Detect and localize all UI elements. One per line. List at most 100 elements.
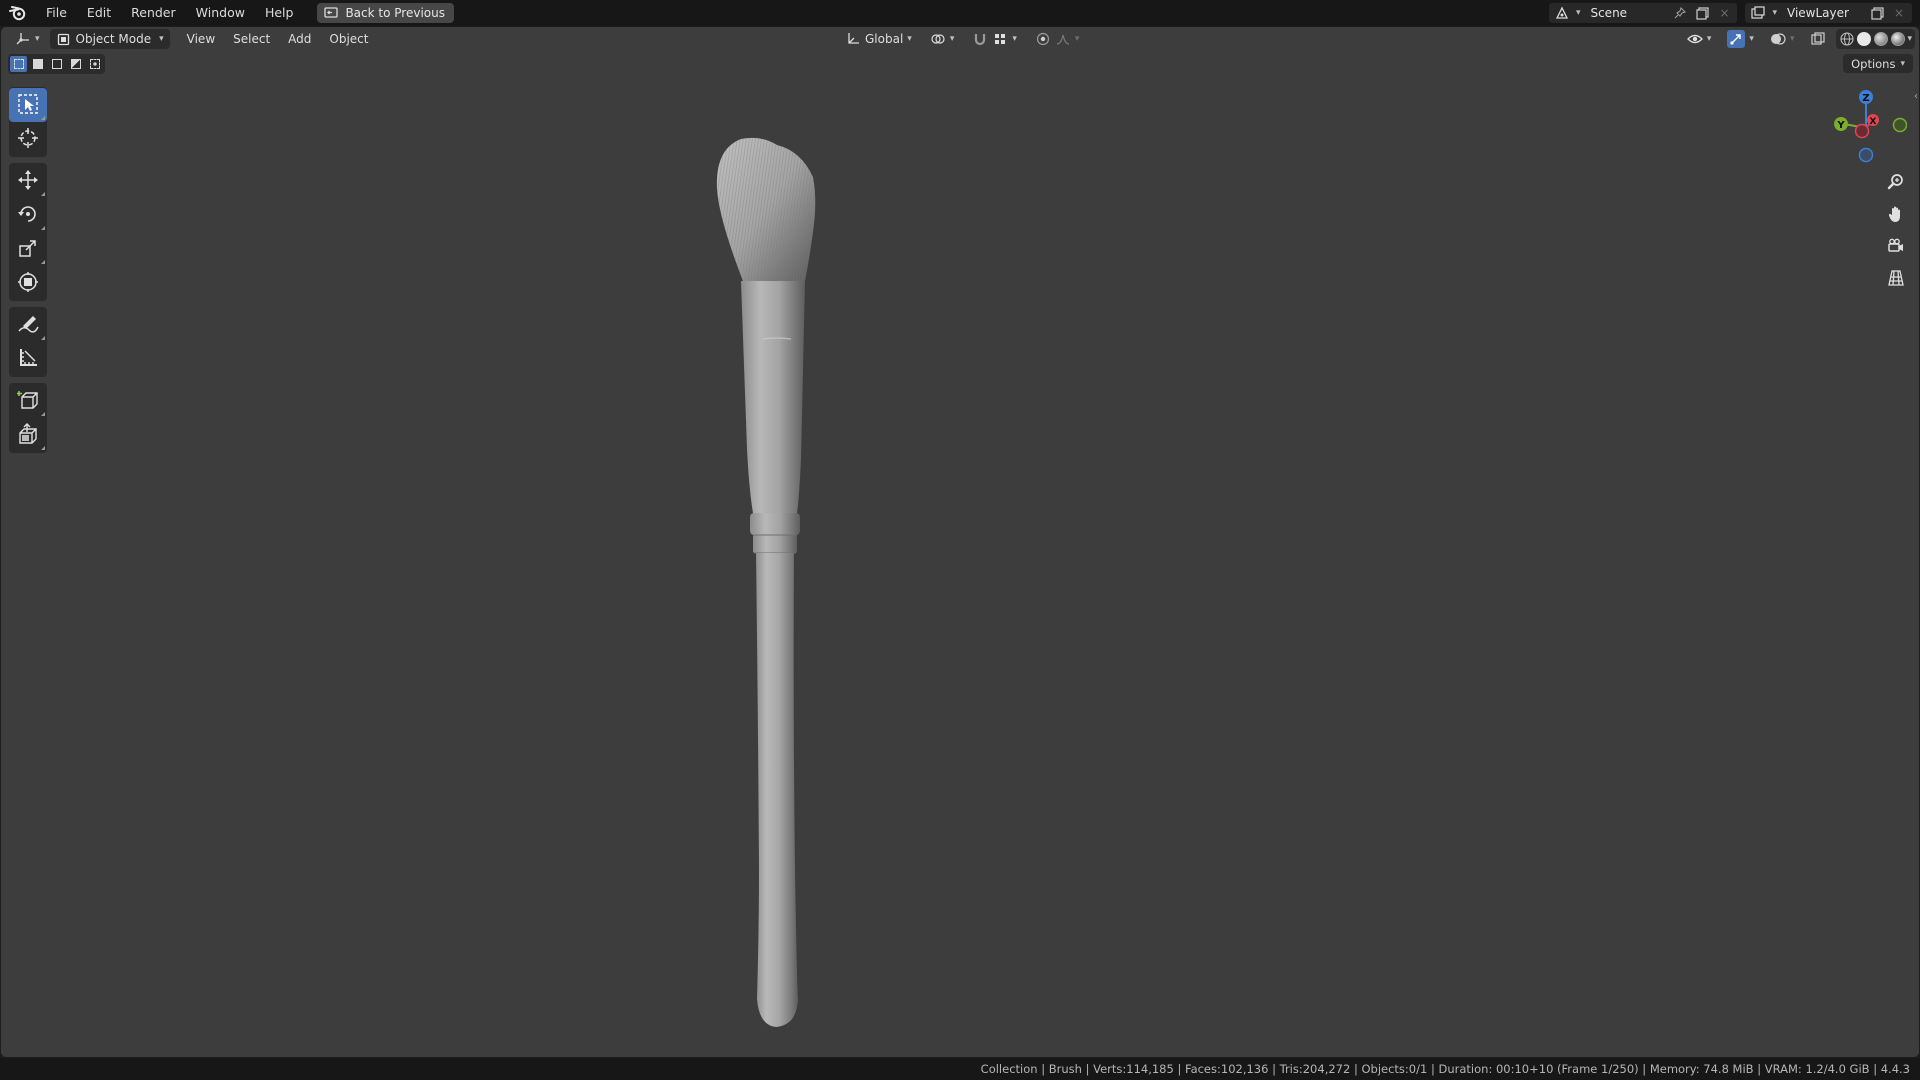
select-intersect-mode[interactable] — [86, 56, 103, 72]
perspective-toggle-button[interactable] — [1883, 266, 1909, 292]
pivot-icon — [930, 31, 946, 47]
wireframe-shading-icon[interactable] — [1839, 31, 1855, 47]
gizmo-neg-z[interactable] — [1858, 147, 1874, 163]
xray-toggle[interactable] — [1804, 29, 1832, 49]
top-menu-bar: File Edit Render Window Help Back to Pre… — [0, 0, 1920, 26]
rendered-shading-icon[interactable] — [1890, 31, 1906, 47]
viewport-right-tools: ▾ ▾ ▾ ▾ — [1681, 29, 1915, 49]
3d-viewport[interactable]: ▾ Object Mode ▾ View Select Add Object G… — [1, 27, 1919, 1057]
solid-shading-icon[interactable] — [1856, 31, 1872, 47]
zoom-button[interactable] — [1883, 170, 1909, 196]
editor-type-selector[interactable]: ▾ — [9, 29, 46, 49]
menu-edit[interactable]: Edit — [77, 0, 121, 26]
select-extend-mode[interactable] — [29, 56, 46, 72]
camera-view-button[interactable] — [1883, 234, 1909, 260]
viewport-menu-view[interactable]: View — [178, 29, 224, 49]
proportional-editing-icon[interactable] — [1035, 31, 1051, 47]
view-layer-icon — [1750, 5, 1766, 21]
cursor-icon — [17, 127, 39, 152]
add-cube-icon — [17, 389, 39, 414]
screen-back-icon — [323, 5, 339, 21]
menu-file[interactable]: File — [36, 0, 77, 26]
snap-controls[interactable]: ▾ — [966, 29, 1023, 49]
zoom-magnifier-icon — [1887, 173, 1905, 194]
transform-orientation-selector[interactable]: Global ▾ — [839, 29, 918, 49]
select-subtract-icon — [51, 59, 62, 69]
snap-magnet-icon[interactable] — [972, 31, 988, 47]
back-to-previous-button[interactable]: Back to Previous — [317, 3, 454, 23]
select-extend-icon — [32, 59, 43, 69]
pin-icon[interactable] — [1672, 5, 1688, 21]
select-new-mode[interactable] — [10, 56, 27, 72]
chevron-down-icon[interactable]: ▾ — [1907, 34, 1912, 44]
options-dropdown[interactable]: Options ▾ — [1843, 54, 1913, 73]
menu-window[interactable]: Window — [186, 0, 255, 26]
chevron-down-icon: ▾ — [1900, 58, 1905, 69]
chevron-down-icon: ▾ — [159, 34, 164, 44]
menu-help[interactable]: Help — [255, 0, 304, 26]
scale-icon — [17, 237, 39, 262]
select-invert-mode[interactable] — [67, 56, 84, 72]
makeup-brush-model[interactable] — [701, 109, 881, 1029]
close-icon[interactable]: × — [1891, 5, 1907, 21]
new-scene-icon[interactable] — [1694, 5, 1710, 21]
gizmo-neg-y[interactable] — [1892, 117, 1907, 133]
scene-name[interactable]: Scene — [1586, 6, 1666, 20]
orientation-global-icon — [845, 31, 861, 47]
transform-icon — [17, 271, 39, 296]
tool-options-corner — [41, 192, 45, 196]
gizmo-neg-x[interactable] — [1854, 123, 1870, 139]
tool-cursor[interactable] — [9, 122, 47, 156]
gizmo-toggle[interactable]: ▾ — [1721, 29, 1760, 49]
tool-extrude[interactable] — [9, 418, 47, 452]
view-layer-selector[interactable]: ▾ ViewLayer × — [1745, 3, 1912, 23]
overlays-icon — [1770, 31, 1786, 47]
gizmo-y-label: Y — [1836, 120, 1845, 131]
new-view-layer-icon[interactable] — [1869, 5, 1885, 21]
material-preview-icon[interactable] — [1873, 31, 1889, 47]
tool-options-corner — [41, 226, 45, 230]
viewport-menu-object[interactable]: Object — [320, 29, 377, 49]
tool-options-corner — [41, 116, 45, 120]
brush-ring — [750, 513, 800, 535]
scene-selector[interactable]: ▾ Scene × — [1548, 3, 1738, 23]
tool-add-cube[interactable] — [9, 384, 47, 418]
tool-move[interactable] — [9, 164, 47, 198]
visibility-selector[interactable]: ▾ — [1681, 29, 1718, 49]
viewport-menu-add[interactable]: Add — [279, 29, 320, 49]
select-subtract-mode[interactable] — [48, 56, 65, 72]
menu-render[interactable]: Render — [121, 0, 186, 26]
tool-select-box[interactable] — [9, 88, 47, 122]
chevron-down-icon: ▾ — [1772, 8, 1777, 18]
pan-button[interactable] — [1883, 202, 1909, 228]
perspective-grid-icon — [1887, 269, 1905, 290]
tool-measure[interactable] — [9, 342, 47, 376]
gizmo-x-label: X — [1870, 117, 1877, 127]
viewport-menu-select[interactable]: Select — [224, 29, 279, 49]
tool-transform[interactable] — [9, 266, 47, 300]
view-layer-name[interactable]: ViewLayer — [1783, 6, 1863, 20]
falloff-curve-icon[interactable] — [1055, 31, 1071, 47]
chevron-down-icon: ▾ — [1749, 34, 1754, 44]
pivot-point-selector[interactable]: ▾ — [924, 29, 961, 49]
chevron-down-icon: ▾ — [949, 34, 955, 44]
overlays-toggle[interactable]: ▾ — [1764, 29, 1801, 49]
chevron-down-icon: ▾ — [1074, 34, 1080, 44]
navigation-gizmo[interactable]: Z Y X — [1825, 85, 1907, 167]
transform-orientation-label: Global — [865, 32, 904, 46]
tool-rotate[interactable] — [9, 198, 47, 232]
sidebar-toggle-arrow[interactable]: ‹ — [1914, 91, 1918, 102]
viewport-header: ▾ Object Mode ▾ View Select Add Object G… — [1, 27, 1919, 51]
select-invert-icon — [70, 59, 81, 69]
mode-selector[interactable]: Object Mode ▾ — [49, 29, 170, 49]
tool-shelf — [9, 87, 47, 459]
close-icon[interactable]: × — [1716, 5, 1732, 21]
options-label: Options — [1851, 56, 1896, 71]
blender-logo-icon[interactable] — [0, 0, 36, 26]
proportional-editing-controls[interactable]: ▾ — [1029, 29, 1086, 49]
viewport-center-tools: Global ▾ ▾ ▾ ▾ — [839, 29, 1085, 49]
tool-annotate[interactable] — [9, 308, 47, 342]
snap-grid-icon[interactable] — [992, 31, 1008, 47]
topbar-right-group: ▾ Scene × ▾ ViewLayer × — [1548, 0, 1920, 26]
tool-scale[interactable] — [9, 232, 47, 266]
